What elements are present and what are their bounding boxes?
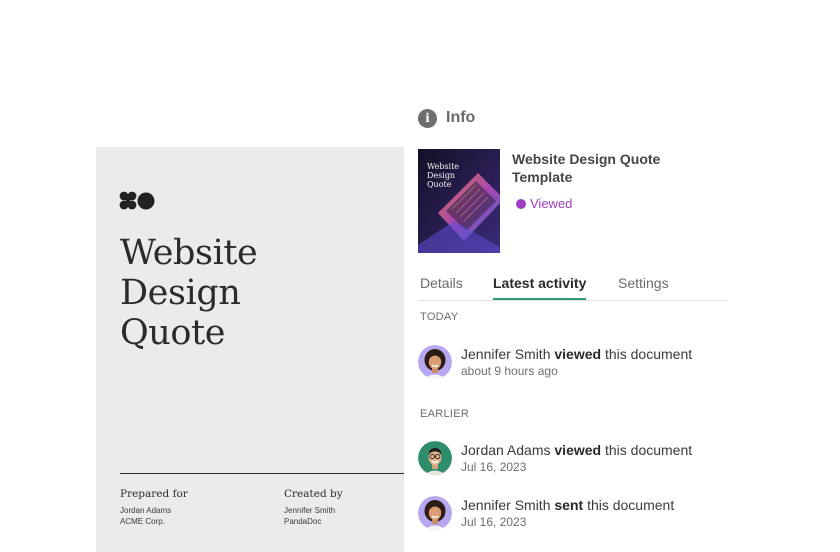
- avatar: [418, 441, 452, 475]
- activity-item: Jordan Adams viewed this document Jul 16…: [418, 441, 692, 475]
- thumbnail-title-line: Website: [427, 162, 460, 171]
- thumbnail-title-line: Design: [427, 171, 456, 180]
- prepared-for-block: Prepared for Jordan Adams ACME Corp.: [120, 488, 188, 527]
- document-name: Website Design Quote Template: [512, 150, 712, 186]
- activity-time: Jul 16, 2023: [461, 515, 527, 529]
- activity-time: about 9 hours ago: [461, 364, 558, 378]
- activity-suffix: this document: [604, 442, 693, 458]
- activity-text: Jordan Adams viewed this document: [461, 441, 692, 459]
- section-heading-today: TODAY: [420, 311, 459, 323]
- document-name-line: Website Design Quote: [512, 151, 661, 167]
- prepared-for-heading: Prepared for: [120, 488, 188, 500]
- created-by-name: Jennifer Smith: [284, 506, 336, 515]
- section-heading-earlier: EARLIER: [420, 408, 470, 420]
- avatar-jennifer-icon: [418, 496, 452, 530]
- status-label: Viewed: [530, 196, 573, 211]
- activity-text: Jennifer Smith viewed this document: [461, 345, 692, 363]
- tab-bar: Details Latest activity Settings: [418, 275, 728, 301]
- activity-user: Jennifer Smith: [461, 497, 551, 513]
- prepared-for-company: ACME Corp.: [120, 517, 165, 526]
- status-dot-icon: [516, 198, 526, 209]
- activity-suffix: this document: [587, 497, 675, 513]
- brand-logo-icon: [119, 191, 155, 210]
- activity-suffix: this document: [604, 346, 693, 362]
- info-header: i Info: [418, 108, 475, 128]
- prepared-for-name: Jordan Adams: [120, 506, 172, 515]
- info-title: Info: [446, 109, 476, 126]
- info-icon: i: [418, 108, 437, 128]
- created-by-heading: Created by: [284, 488, 343, 500]
- activity-item: Jennifer Smith sent this document Jul 16…: [418, 496, 674, 530]
- created-by-company: PandaDoc: [284, 517, 322, 526]
- thumbnail-title: Website Design Quote: [427, 162, 459, 189]
- activity-action: viewed: [554, 346, 602, 362]
- activity-user: Jennifer Smith: [461, 346, 551, 362]
- divider: [120, 473, 404, 474]
- activity-action: viewed: [554, 442, 602, 458]
- activity-time: Jul 16, 2023: [461, 460, 527, 474]
- tab-details[interactable]: Details: [420, 275, 463, 298]
- activity-item: Jennifer Smith viewed this document abou…: [418, 345, 692, 379]
- document-preview: Website Design Quote Prepared for Jordan…: [96, 147, 404, 552]
- document-name-line: Template: [512, 169, 573, 185]
- created-by-block: Created by Jennifer Smith PandaDoc: [284, 488, 343, 527]
- document-title: Website Design Quote: [120, 233, 258, 353]
- thumbnail-title-line: Quote: [427, 180, 452, 189]
- document-title-line: Design: [120, 273, 241, 313]
- avatar-jordan-icon: [418, 441, 452, 475]
- tab-latest-activity[interactable]: Latest activity: [493, 275, 587, 300]
- activity-user: Jordan Adams: [461, 442, 551, 458]
- avatar-jennifer-icon: [418, 345, 452, 379]
- status-badge: Viewed: [516, 196, 572, 211]
- tab-settings[interactable]: Settings: [618, 275, 669, 298]
- document-title-line: Quote: [120, 313, 226, 353]
- activity-action: sent: [554, 497, 584, 513]
- document-thumbnail[interactable]: Website Design Quote: [418, 149, 500, 253]
- document-title-line: Website: [120, 233, 258, 273]
- activity-text: Jennifer Smith sent this document: [461, 496, 674, 514]
- avatar: [418, 496, 452, 530]
- avatar: [418, 345, 452, 379]
